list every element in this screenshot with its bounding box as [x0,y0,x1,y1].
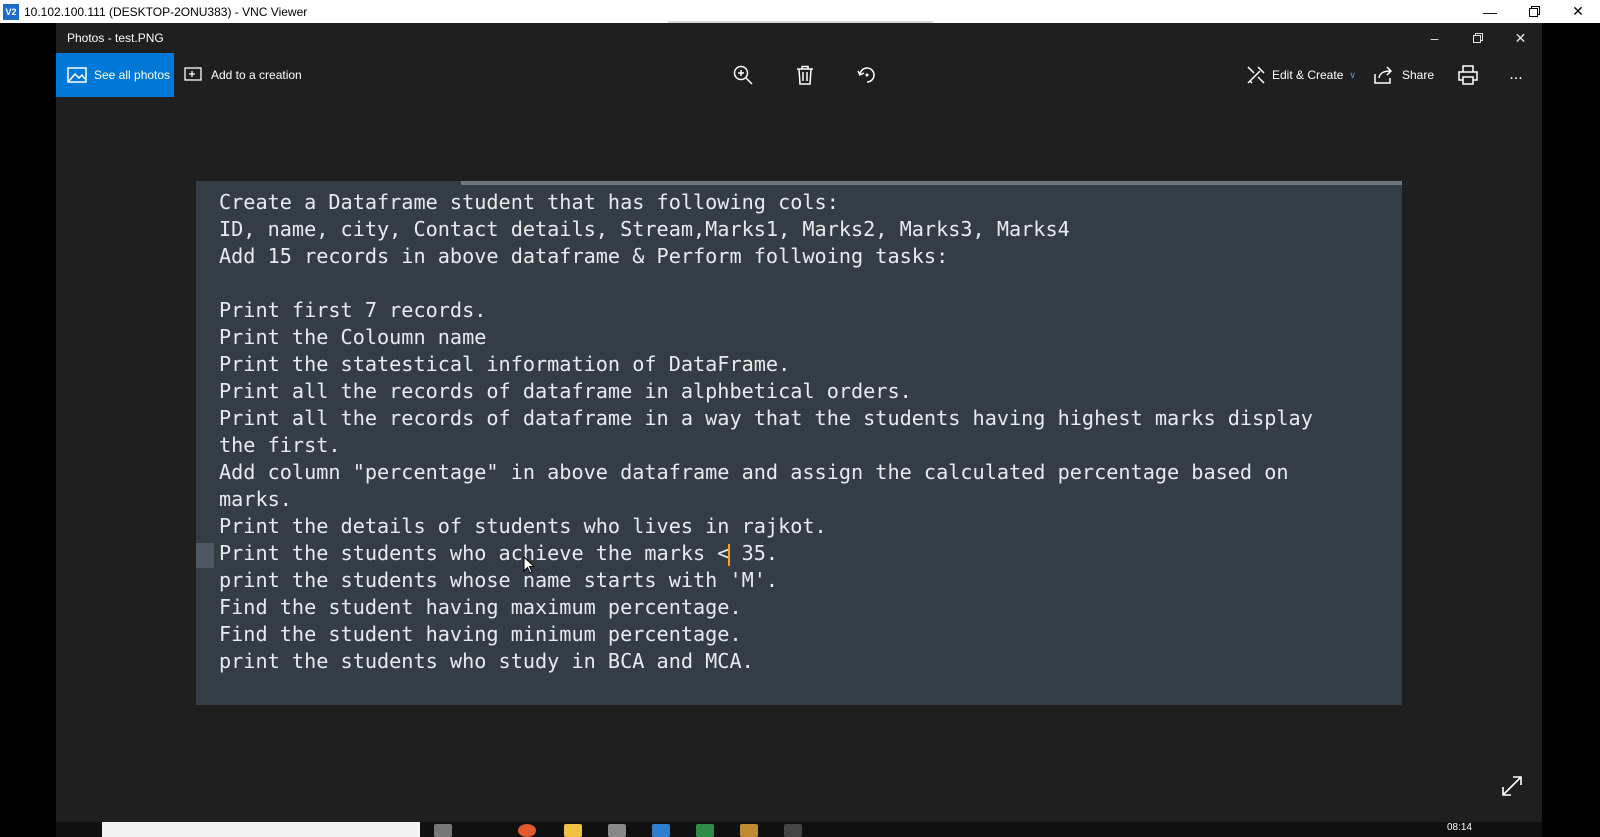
share-label: Share [1401,68,1434,82]
expand-icon[interactable] [1500,774,1524,798]
code-line: marks. [219,487,292,511]
image-horizontal-scrollbar [461,181,1402,185]
close-icon[interactable]: ✕ [1556,0,1600,23]
zoom-in-button[interactable] [721,53,765,97]
code-line: Print first 7 records. [219,298,487,322]
close-icon[interactable]: ✕ [1499,23,1542,53]
code-line: Create a Dataframe student that has foll… [219,190,839,214]
minimize-icon[interactable]: – [1413,23,1456,53]
code-line: Print the details of students who lives … [219,514,827,538]
add-to-creation-button[interactable]: Add to a creation [184,53,302,97]
photos-window-title: Photos - test.PNG [67,31,164,45]
code-line: print the students whose name starts wit… [219,568,779,592]
delete-icon [797,65,813,85]
see-all-photos-label: See all photos [94,68,171,82]
code-line: Find the student having maximum percenta… [219,595,742,619]
photos-titlebar: Photos - test.PNG – ✕ [56,23,1542,53]
line-gutter-marker [196,543,214,568]
add-to-creation-icon [184,67,202,81]
vnc-window-title: 10.102.100.111 (DESKTOP-2ONU383) - VNC V… [24,4,308,19]
print-button[interactable] [1454,65,1482,85]
vnc-window-controls: — ✕ [1468,0,1600,23]
code-line: the first. [219,433,341,457]
file-explorer-icon[interactable] [564,824,582,837]
restore-icon[interactable] [1456,23,1499,53]
print-icon [1458,65,1478,85]
share-button[interactable]: Share [1374,66,1434,84]
code-line: Find the student having minimum percenta… [219,622,742,646]
restore-icon[interactable] [1512,0,1556,23]
right-tools: Edit & Create ∨ Share ... [1246,53,1542,97]
share-icon [1374,66,1393,84]
code-line: Print the statestical information of Dat… [219,352,791,376]
code-line-with-caret: Print the students who achieve the marks… [219,540,1394,567]
edit-create-label: Edit & Create [1272,68,1344,82]
see-all-photos-button[interactable]: See all photos [56,53,174,97]
minimize-icon[interactable]: — [1468,0,1512,23]
rotate-icon [857,67,875,83]
mouse-pointer-icon [523,556,535,574]
app-icon[interactable] [652,824,670,837]
photos-icon [67,67,87,83]
vnc-titlebar: V2 10.102.100.111 (DESKTOP-2ONU383) - VN… [0,0,1600,24]
more-options-button[interactable]: ... [1502,66,1530,84]
code-line-text: Print the students who achieve the marks… [219,541,730,565]
taskbar: 08:14 [56,822,1542,837]
code-line: Add 15 records in above dataframe & Perf… [219,244,949,268]
code-line: Add column "percentage" in above datafra… [219,460,1289,484]
rotate-button[interactable] [845,53,889,97]
code-line-suffix: 35. [729,541,779,565]
taskbar-search-box[interactable] [102,822,420,837]
app-icon[interactable] [740,824,758,837]
photos-app-window: Photos - test.PNG – ✕ See all photos Add… [56,23,1542,822]
code-line: print the students who study in BCA and … [219,649,754,673]
code-line: Print the Coloumn name [219,325,487,349]
photos-taskbar-icon[interactable] [784,824,802,837]
code-text-block: Create a Dataframe student that has foll… [219,189,1394,675]
taskbar-clock[interactable]: 08:14 [1447,822,1472,833]
code-line: Print all the records of dataframe in al… [219,379,912,403]
center-tools [721,53,907,97]
displayed-image: Create a Dataframe student that has foll… [196,181,1402,705]
vnc-logo-icon: V2 [3,3,19,20]
photos-toolbar: See all photos Add to a creation Edit & … [56,53,1542,97]
code-line: Print all the records of dataframe in a … [219,406,1313,430]
edit-create-button[interactable]: Edit & Create ∨ [1246,65,1356,85]
delete-button[interactable] [783,53,827,97]
zoom-in-icon [733,65,753,85]
photos-window-controls: – ✕ [1413,23,1542,53]
app-icon[interactable] [608,824,626,837]
edit-create-icon [1247,66,1265,84]
task-view-icon[interactable] [434,824,452,837]
excel-icon[interactable] [696,824,714,837]
code-line: ID, name, city, Contact details, Stream,… [219,217,1070,241]
chevron-down-icon: ∨ [1349,69,1356,80]
add-to-creation-label: Add to a creation [211,68,302,82]
chrome-icon[interactable] [518,824,536,837]
